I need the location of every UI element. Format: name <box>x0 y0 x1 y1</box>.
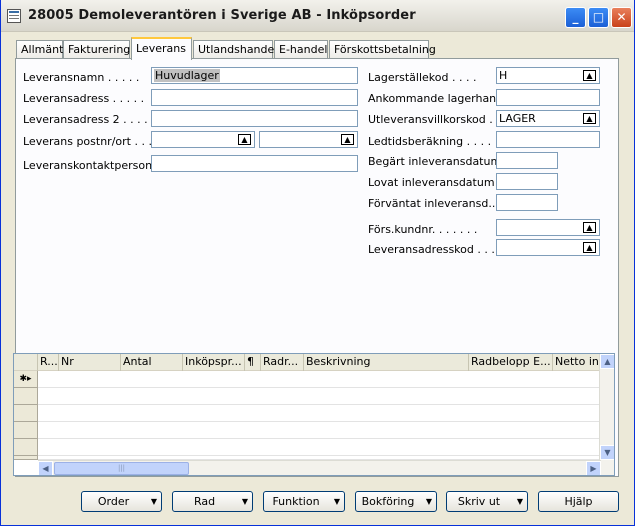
column-header-pilcrow[interactable]: ¶ <box>245 354 261 371</box>
window-title: 28005 Demoleverantören i Sverige AB - In… <box>28 8 416 23</box>
inbound-whse-field[interactable] <box>496 89 600 106</box>
column-header-no[interactable]: Nr <box>59 354 121 371</box>
lead-time-label: Ledtidsberäkning . . . . <box>368 135 492 148</box>
funktion-button-label: Funktion <box>272 495 320 508</box>
form-icon <box>7 9 21 23</box>
ship-address-field[interactable] <box>151 89 358 106</box>
lead-time-field[interactable] <box>496 131 600 148</box>
expected-date-field[interactable] <box>496 194 558 211</box>
row-selector[interactable] <box>14 422 38 439</box>
new-row-marker: ✱▸ <box>14 371 38 388</box>
expected-date-label: Förväntat inleveransd... <box>368 197 499 210</box>
requested-date-label: Begärt inleveransdatum . <box>368 155 509 168</box>
tab-e-handel[interactable]: E-handel <box>274 40 328 59</box>
rad-button-label: Rad <box>193 495 216 508</box>
ship-name-field[interactable]: Huvudlager <box>151 67 358 84</box>
rad-button[interactable]: Rad ▼ <box>172 491 253 512</box>
location-code-value: H <box>499 69 508 82</box>
ship-to-code-field[interactable]: ▲ <box>496 239 600 256</box>
ship-address2-label: Leveransadress 2 . . . . <box>23 113 148 126</box>
shipment-method-value: LAGER <box>499 112 536 125</box>
tab-allmant[interactable]: Allmänt <box>16 40 63 59</box>
help-button-label: Hjälp <box>564 495 593 508</box>
shipment-method-label: Utleveransvillkorskod . <box>368 113 493 126</box>
bokforing-button-label: Bokföring <box>361 495 415 508</box>
location-code-label: Lagerställekod . . . . <box>368 71 477 84</box>
table-row[interactable] <box>14 422 601 439</box>
inbound-whse-label: Ankommande lagerhan... <box>368 92 507 105</box>
dropdown-arrow-icon: ▼ <box>425 497 432 506</box>
close-button[interactable]: ✕ <box>611 7 632 28</box>
horizontal-scrollbar[interactable]: ◀ ||| ▶ <box>38 460 601 475</box>
tab-utlandshandel[interactable]: Utlandshandel <box>193 40 277 59</box>
bokforing-button[interactable]: Bokföring ▼ <box>355 491 437 512</box>
lookup-arrow-icon[interactable]: ▲ <box>238 134 251 145</box>
row-selector-header <box>14 354 38 371</box>
dropdown-arrow-icon: ▼ <box>241 497 248 506</box>
ship-postcode-city-label: Leverans postnr/ort . . . <box>23 135 152 148</box>
table-row[interactable] <box>14 388 601 405</box>
column-header-unit-cost[interactable]: Inköpspr... <box>183 354 245 371</box>
maximize-button[interactable]: □ <box>588 7 609 28</box>
sell-to-customer-label: Förs.kundnr. . . . . . . <box>368 223 478 236</box>
ship-postcode-field[interactable]: ▲ <box>151 131 255 148</box>
table-row[interactable] <box>14 405 601 422</box>
funktion-button[interactable]: Funktion ▼ <box>263 491 345 512</box>
dropdown-arrow-icon: ▼ <box>150 497 157 506</box>
skriv-ut-button[interactable]: Skriv ut ▼ <box>446 491 528 512</box>
table-row[interactable]: ✱▸ <box>14 371 601 388</box>
row-selector[interactable] <box>14 456 38 460</box>
order-button-label: Order <box>97 495 130 508</box>
order-button[interactable]: Order ▼ <box>81 491 162 512</box>
lookup-arrow-icon[interactable]: ▲ <box>583 222 596 233</box>
column-header-net-cost[interactable]: Netto inkö <box>553 354 601 371</box>
lookup-arrow-icon[interactable]: ▲ <box>341 134 354 145</box>
ship-city-field[interactable]: ▲ <box>259 131 358 148</box>
row-selector[interactable] <box>14 405 38 422</box>
promised-date-label: Lovat inleveransdatum . <box>368 176 502 189</box>
column-header-type[interactable]: R... <box>38 354 59 371</box>
promised-date-field[interactable] <box>496 173 558 190</box>
scroll-down-icon[interactable]: ▼ <box>600 445 614 460</box>
help-button[interactable]: Hjälp <box>538 491 619 512</box>
lookup-arrow-icon[interactable]: ▲ <box>583 113 596 124</box>
scroll-up-icon[interactable]: ▲ <box>600 354 614 369</box>
dropdown-arrow-icon: ▼ <box>333 497 340 506</box>
column-header-line-discount[interactable]: Radr... <box>261 354 304 371</box>
tab-forskottsbetalning[interactable]: Förskottsbetalning <box>329 40 436 59</box>
lookup-arrow-icon[interactable]: ▲ <box>583 70 596 81</box>
skriv-ut-button-label: Skriv ut <box>457 495 501 508</box>
lookup-arrow-icon[interactable]: ▲ <box>583 242 596 253</box>
ship-name-value: Huvudlager <box>154 69 220 82</box>
column-header-line-amount[interactable]: Radbelopp E... <box>469 354 553 371</box>
requested-date-field[interactable] <box>496 152 558 169</box>
scroll-thumb[interactable]: ||| <box>54 462 189 475</box>
ship-name-label: Leveransnamn . . . . . <box>23 71 140 84</box>
ship-to-code-label: Leveransadresskod . . . <box>368 243 495 256</box>
scroll-left-icon[interactable]: ◀ <box>38 461 53 475</box>
tab-leverans[interactable]: Leverans <box>131 37 192 60</box>
row-selector[interactable] <box>14 439 38 456</box>
purchase-lines-grid[interactable]: R... Nr Antal Inköpspr... ¶ Radr... Besk… <box>13 353 615 476</box>
tab-fakturering[interactable]: Fakturering <box>63 40 130 59</box>
ship-contact-label: Leveranskontaktperson . <box>23 159 160 172</box>
column-header-description[interactable]: Beskrivning <box>304 354 469 371</box>
ship-contact-field[interactable] <box>151 155 358 172</box>
vertical-scrollbar[interactable]: ▲ ▼ <box>599 354 614 475</box>
ship-address2-field[interactable] <box>151 110 358 127</box>
ship-address-label: Leveransadress . . . . . <box>23 92 145 105</box>
row-selector[interactable] <box>14 388 38 405</box>
title-bar[interactable]: 28005 Demoleverantören i Sverige AB - In… <box>1 0 634 32</box>
grid-header: R... Nr Antal Inköpspr... ¶ Radr... Besk… <box>14 354 614 371</box>
column-header-quantity[interactable]: Antal <box>121 354 183 371</box>
table-row[interactable] <box>14 439 601 456</box>
sell-to-customer-field[interactable]: ▲ <box>496 219 600 236</box>
minimize-button[interactable]: _ <box>565 7 586 28</box>
scroll-right-icon[interactable]: ▶ <box>586 461 601 475</box>
purchase-order-window: 28005 Demoleverantören i Sverige AB - In… <box>0 0 635 526</box>
location-code-field[interactable]: H ▲ <box>496 67 600 84</box>
shipment-method-field[interactable]: LAGER ▲ <box>496 110 600 127</box>
dropdown-arrow-icon: ▼ <box>516 497 523 506</box>
